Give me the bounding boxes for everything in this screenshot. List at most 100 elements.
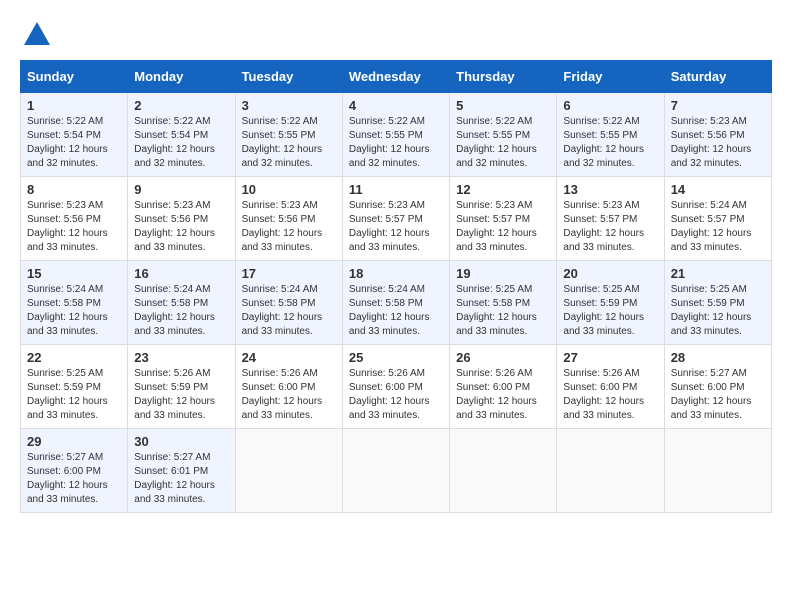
header-thursday: Thursday	[450, 61, 557, 93]
calendar-cell: 10Sunrise: 5:23 AMSunset: 5:56 PMDayligh…	[235, 177, 342, 261]
header-sunday: Sunday	[21, 61, 128, 93]
sunrise-text: Sunrise: 5:26 AM	[134, 368, 210, 379]
calendar-cell: 8Sunrise: 5:23 AMSunset: 5:56 PMDaylight…	[21, 177, 128, 261]
calendar-cell: 22Sunrise: 5:25 AMSunset: 5:59 PMDayligh…	[21, 345, 128, 429]
daylight-text: Daylight: 12 hours	[134, 396, 215, 407]
sunset-text: Sunset: 5:59 PM	[671, 298, 745, 309]
sunset-text: Sunset: 5:58 PM	[134, 298, 208, 309]
daylight-text: Daylight: 12 hours	[671, 228, 752, 239]
day-number: 21	[671, 266, 765, 281]
daylight-text2: and 33 minutes.	[563, 410, 634, 421]
sunrise-text: Sunrise: 5:23 AM	[456, 200, 532, 211]
day-info: Sunrise: 5:24 AMSunset: 5:58 PMDaylight:…	[134, 283, 228, 339]
day-number: 14	[671, 182, 765, 197]
day-info: Sunrise: 5:22 AMSunset: 5:55 PMDaylight:…	[456, 115, 550, 171]
daylight-text2: and 33 minutes.	[671, 242, 742, 253]
sunset-text: Sunset: 6:00 PM	[456, 382, 530, 393]
daylight-text2: and 33 minutes.	[456, 326, 527, 337]
day-number: 2	[134, 98, 228, 113]
daylight-text: Daylight: 12 hours	[671, 312, 752, 323]
calendar-cell	[342, 429, 449, 513]
header-saturday: Saturday	[664, 61, 771, 93]
sunrise-text: Sunrise: 5:24 AM	[27, 284, 103, 295]
sunset-text: Sunset: 5:58 PM	[242, 298, 316, 309]
calendar-cell	[557, 429, 664, 513]
daylight-text2: and 33 minutes.	[134, 494, 205, 505]
calendar-cell: 9Sunrise: 5:23 AMSunset: 5:56 PMDaylight…	[128, 177, 235, 261]
day-info: Sunrise: 5:26 AMSunset: 5:59 PMDaylight:…	[134, 367, 228, 423]
daylight-text2: and 33 minutes.	[456, 410, 527, 421]
calendar-cell	[235, 429, 342, 513]
sunrise-text: Sunrise: 5:27 AM	[671, 368, 747, 379]
calendar-cell: 12Sunrise: 5:23 AMSunset: 5:57 PMDayligh…	[450, 177, 557, 261]
day-info: Sunrise: 5:27 AMSunset: 6:00 PMDaylight:…	[671, 367, 765, 423]
sunset-text: Sunset: 5:57 PM	[671, 214, 745, 225]
daylight-text2: and 33 minutes.	[134, 242, 205, 253]
sunset-text: Sunset: 5:56 PM	[671, 130, 745, 141]
day-number: 16	[134, 266, 228, 281]
sunrise-text: Sunrise: 5:25 AM	[563, 284, 639, 295]
day-number: 26	[456, 350, 550, 365]
daylight-text: Daylight: 12 hours	[563, 312, 644, 323]
day-number: 5	[456, 98, 550, 113]
sunset-text: Sunset: 5:54 PM	[27, 130, 101, 141]
sunrise-text: Sunrise: 5:24 AM	[671, 200, 747, 211]
daylight-text2: and 32 minutes.	[671, 158, 742, 169]
day-info: Sunrise: 5:22 AMSunset: 5:55 PMDaylight:…	[563, 115, 657, 171]
daylight-text: Daylight: 12 hours	[349, 144, 430, 155]
sunset-text: Sunset: 6:00 PM	[671, 382, 745, 393]
day-info: Sunrise: 5:23 AMSunset: 5:57 PMDaylight:…	[456, 199, 550, 255]
day-number: 10	[242, 182, 336, 197]
calendar-cell: 19Sunrise: 5:25 AMSunset: 5:58 PMDayligh…	[450, 261, 557, 345]
daylight-text2: and 33 minutes.	[134, 326, 205, 337]
daylight-text: Daylight: 12 hours	[27, 228, 108, 239]
sunrise-text: Sunrise: 5:25 AM	[27, 368, 103, 379]
daylight-text: Daylight: 12 hours	[27, 480, 108, 491]
sunrise-text: Sunrise: 5:23 AM	[134, 200, 210, 211]
calendar-cell: 27Sunrise: 5:26 AMSunset: 6:00 PMDayligh…	[557, 345, 664, 429]
sunset-text: Sunset: 6:00 PM	[563, 382, 637, 393]
daylight-text: Daylight: 12 hours	[456, 228, 537, 239]
day-number: 25	[349, 350, 443, 365]
header-friday: Friday	[557, 61, 664, 93]
day-info: Sunrise: 5:26 AMSunset: 6:00 PMDaylight:…	[456, 367, 550, 423]
day-number: 6	[563, 98, 657, 113]
sunrise-text: Sunrise: 5:24 AM	[242, 284, 318, 295]
header-monday: Monday	[128, 61, 235, 93]
daylight-text2: and 33 minutes.	[27, 410, 98, 421]
day-info: Sunrise: 5:24 AMSunset: 5:58 PMDaylight:…	[27, 283, 121, 339]
calendar-cell: 17Sunrise: 5:24 AMSunset: 5:58 PMDayligh…	[235, 261, 342, 345]
daylight-text: Daylight: 12 hours	[563, 144, 644, 155]
sunset-text: Sunset: 6:00 PM	[242, 382, 316, 393]
day-number: 30	[134, 434, 228, 449]
daylight-text: Daylight: 12 hours	[242, 228, 323, 239]
day-info: Sunrise: 5:27 AMSunset: 6:01 PMDaylight:…	[134, 451, 228, 507]
calendar-cell: 6 Sunrise: 5:22 AMSunset: 5:55 PMDaylight…	[557, 93, 664, 177]
calendar-table: Sunday Monday Tuesday Wednesday Thursday…	[20, 60, 772, 513]
day-number: 7	[671, 98, 765, 113]
daylight-text2: and 32 minutes.	[242, 158, 313, 169]
day-info: Sunrise: 5:22 AMSunset: 5:54 PMDaylight:…	[134, 115, 228, 171]
sunset-text: Sunset: 5:59 PM	[563, 298, 637, 309]
day-number: 4	[349, 98, 443, 113]
daylight-text: Daylight: 12 hours	[242, 144, 323, 155]
daylight-text2: and 33 minutes.	[134, 410, 205, 421]
day-info: Sunrise: 5:23 AMSunset: 5:56 PMDaylight:…	[134, 199, 228, 255]
weekday-header-row: Sunday Monday Tuesday Wednesday Thursday…	[21, 61, 772, 93]
sunset-text: Sunset: 5:55 PM	[456, 130, 530, 141]
sunset-text: Sunset: 5:55 PM	[563, 130, 637, 141]
day-info: Sunrise: 5:25 AMSunset: 5:59 PMDaylight:…	[27, 367, 121, 423]
sunrise-text: Sunrise: 5:23 AM	[349, 200, 425, 211]
day-number: 3	[242, 98, 336, 113]
daylight-text2: and 33 minutes.	[349, 242, 420, 253]
sunset-text: Sunset: 5:58 PM	[349, 298, 423, 309]
day-info: Sunrise: 5:25 AMSunset: 5:59 PMDaylight:…	[671, 283, 765, 339]
sunrise-text: Sunrise: 5:25 AM	[456, 284, 532, 295]
daylight-text2: and 33 minutes.	[349, 410, 420, 421]
day-number: 11	[349, 182, 443, 197]
daylight-text2: and 33 minutes.	[563, 326, 634, 337]
calendar-header	[20, 20, 772, 50]
daylight-text2: and 32 minutes.	[134, 158, 205, 169]
calendar-week-row: 29Sunrise: 5:27 AMSunset: 6:00 PMDayligh…	[21, 429, 772, 513]
daylight-text2: and 33 minutes.	[671, 326, 742, 337]
